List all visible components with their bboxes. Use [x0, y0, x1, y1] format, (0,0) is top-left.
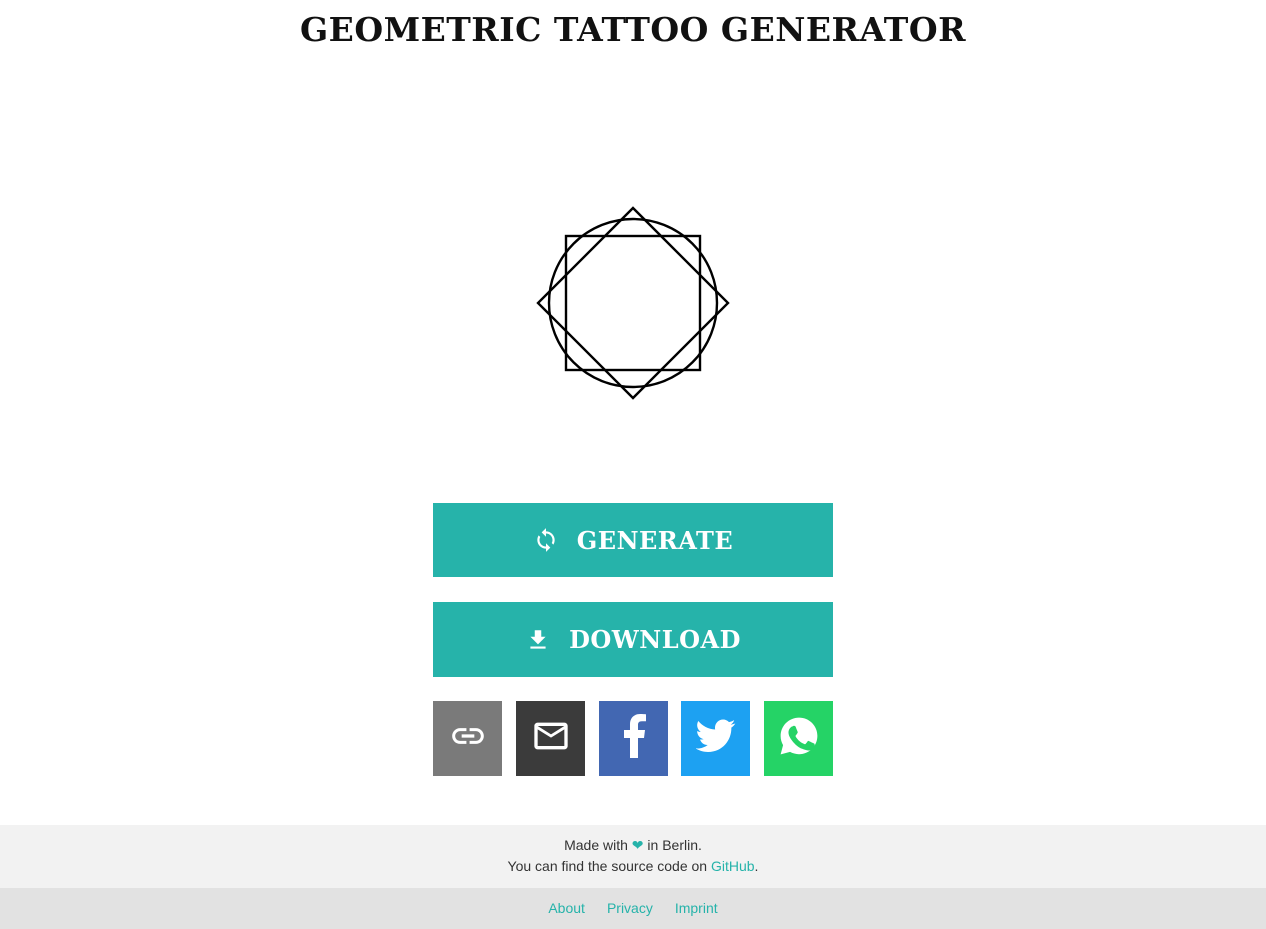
download-label: DOWNLOAD	[569, 625, 741, 654]
made-with-line: Made with ❤ in Berlin.	[0, 837, 1266, 854]
generate-label: GENERATE	[576, 525, 734, 555]
generate-button[interactable]: GENERATE	[433, 503, 833, 577]
refresh-icon	[533, 527, 559, 553]
download-button[interactable]: DOWNLOAD	[433, 602, 833, 677]
privacy-link[interactable]: Privacy	[607, 900, 653, 916]
imprint-link[interactable]: Imprint	[675, 900, 718, 916]
mail-icon	[531, 716, 571, 761]
share-twitter-button[interactable]	[681, 701, 750, 776]
made-with-prefix: Made with	[564, 837, 628, 853]
source-suffix: .	[754, 858, 759, 874]
subfooter-links: About Privacy Imprint	[0, 900, 1266, 916]
share-facebook-button[interactable]	[599, 701, 668, 776]
facebook-icon	[621, 714, 647, 763]
tattoo-canvas	[536, 206, 730, 400]
heart-icon: ❤	[631, 837, 644, 853]
tattoo-circle	[547, 217, 719, 389]
download-icon	[525, 627, 551, 653]
share-email-button[interactable]	[516, 701, 585, 776]
page-title: GEOMETRIC TATTOO GENERATOR	[299, 10, 966, 49]
source-line: You can find the source code on GitHub.	[0, 858, 1266, 874]
whatsapp-icon	[778, 715, 820, 762]
github-link[interactable]: GitHub	[711, 858, 755, 874]
twitter-icon	[695, 719, 736, 758]
subfooter: About Privacy Imprint	[0, 888, 1266, 929]
made-with-suffix: in Berlin.	[647, 837, 702, 853]
about-link[interactable]: About	[548, 900, 585, 916]
share-whatsapp-button[interactable]	[764, 701, 833, 776]
source-prefix: You can find the source code on	[507, 858, 708, 874]
share-link-button[interactable]	[433, 701, 502, 776]
link-icon	[449, 717, 487, 760]
footer: Made with ❤ in Berlin. You can find the …	[0, 825, 1266, 888]
